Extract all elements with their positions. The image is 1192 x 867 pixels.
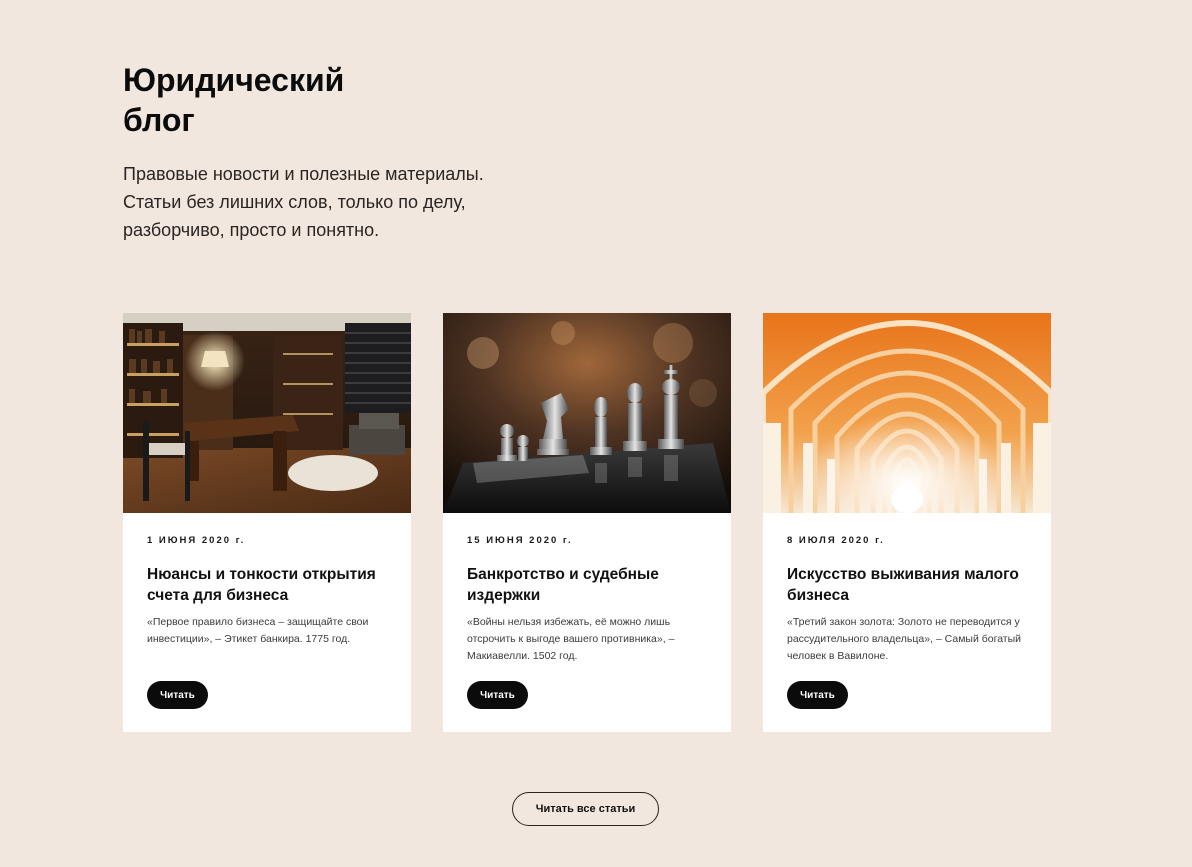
card-date: 15 ИЮНЯ 2020 г. xyxy=(467,535,573,546)
intro-line: Статьи без лишних слов, только по делу, xyxy=(123,192,466,212)
read-button[interactable]: Читать xyxy=(147,681,208,709)
card-quote: «Войны нельзя избежать, её можно лишь от… xyxy=(467,616,675,662)
card-title[interactable]: Банкротство и судебные издержки xyxy=(467,564,707,606)
intro-line: Правовые новости и полезные материалы. xyxy=(123,164,484,184)
arched-corridor-image[interactable] xyxy=(763,313,1051,513)
card-quote: «Первое правило бизнеса – защищайте свои… xyxy=(147,616,369,645)
intro-text: Правовые новости и полезные материалы. С… xyxy=(123,160,543,244)
card-body: 8 ИЮЛЯ 2020 г. Искусство выживания малог… xyxy=(763,513,1051,665)
card-title[interactable]: Искусство выживания малого бизнеса xyxy=(787,564,1027,606)
blog-header: Юридический блог Правовые новости и поле… xyxy=(123,60,543,244)
article-cards: 1 ИЮНЯ 2020 г. Нюансы и тонкости открыти… xyxy=(123,313,1051,732)
chess-pieces-image[interactable] xyxy=(443,313,731,513)
card-body: 15 ИЮНЯ 2020 г. Банкротство и судебные и… xyxy=(443,513,731,665)
card-quote: «Третий закон золота: Золото не переводи… xyxy=(787,616,1022,662)
article-card: 15 ИЮНЯ 2020 г. Банкротство и судебные и… xyxy=(443,313,731,732)
law-office-image[interactable] xyxy=(123,313,411,513)
card-date: 1 ИЮНЯ 2020 г. xyxy=(147,535,246,546)
read-all-articles-button[interactable]: Читать все статьи xyxy=(512,792,659,826)
page-title: Юридический блог xyxy=(123,62,345,138)
read-button[interactable]: Читать xyxy=(787,681,848,709)
read-button[interactable]: Читать xyxy=(467,681,528,709)
article-card: 8 ИЮЛЯ 2020 г. Искусство выживания малог… xyxy=(763,313,1051,732)
card-date: 8 ИЮЛЯ 2020 г. xyxy=(787,535,885,546)
card-title[interactable]: Нюансы и тонкости открытия счета для биз… xyxy=(147,564,387,606)
intro-line: разборчиво, просто и понятно. xyxy=(123,220,380,240)
card-body: 1 ИЮНЯ 2020 г. Нюансы и тонкости открыти… xyxy=(123,513,411,648)
article-card: 1 ИЮНЯ 2020 г. Нюансы и тонкости открыти… xyxy=(123,313,411,732)
